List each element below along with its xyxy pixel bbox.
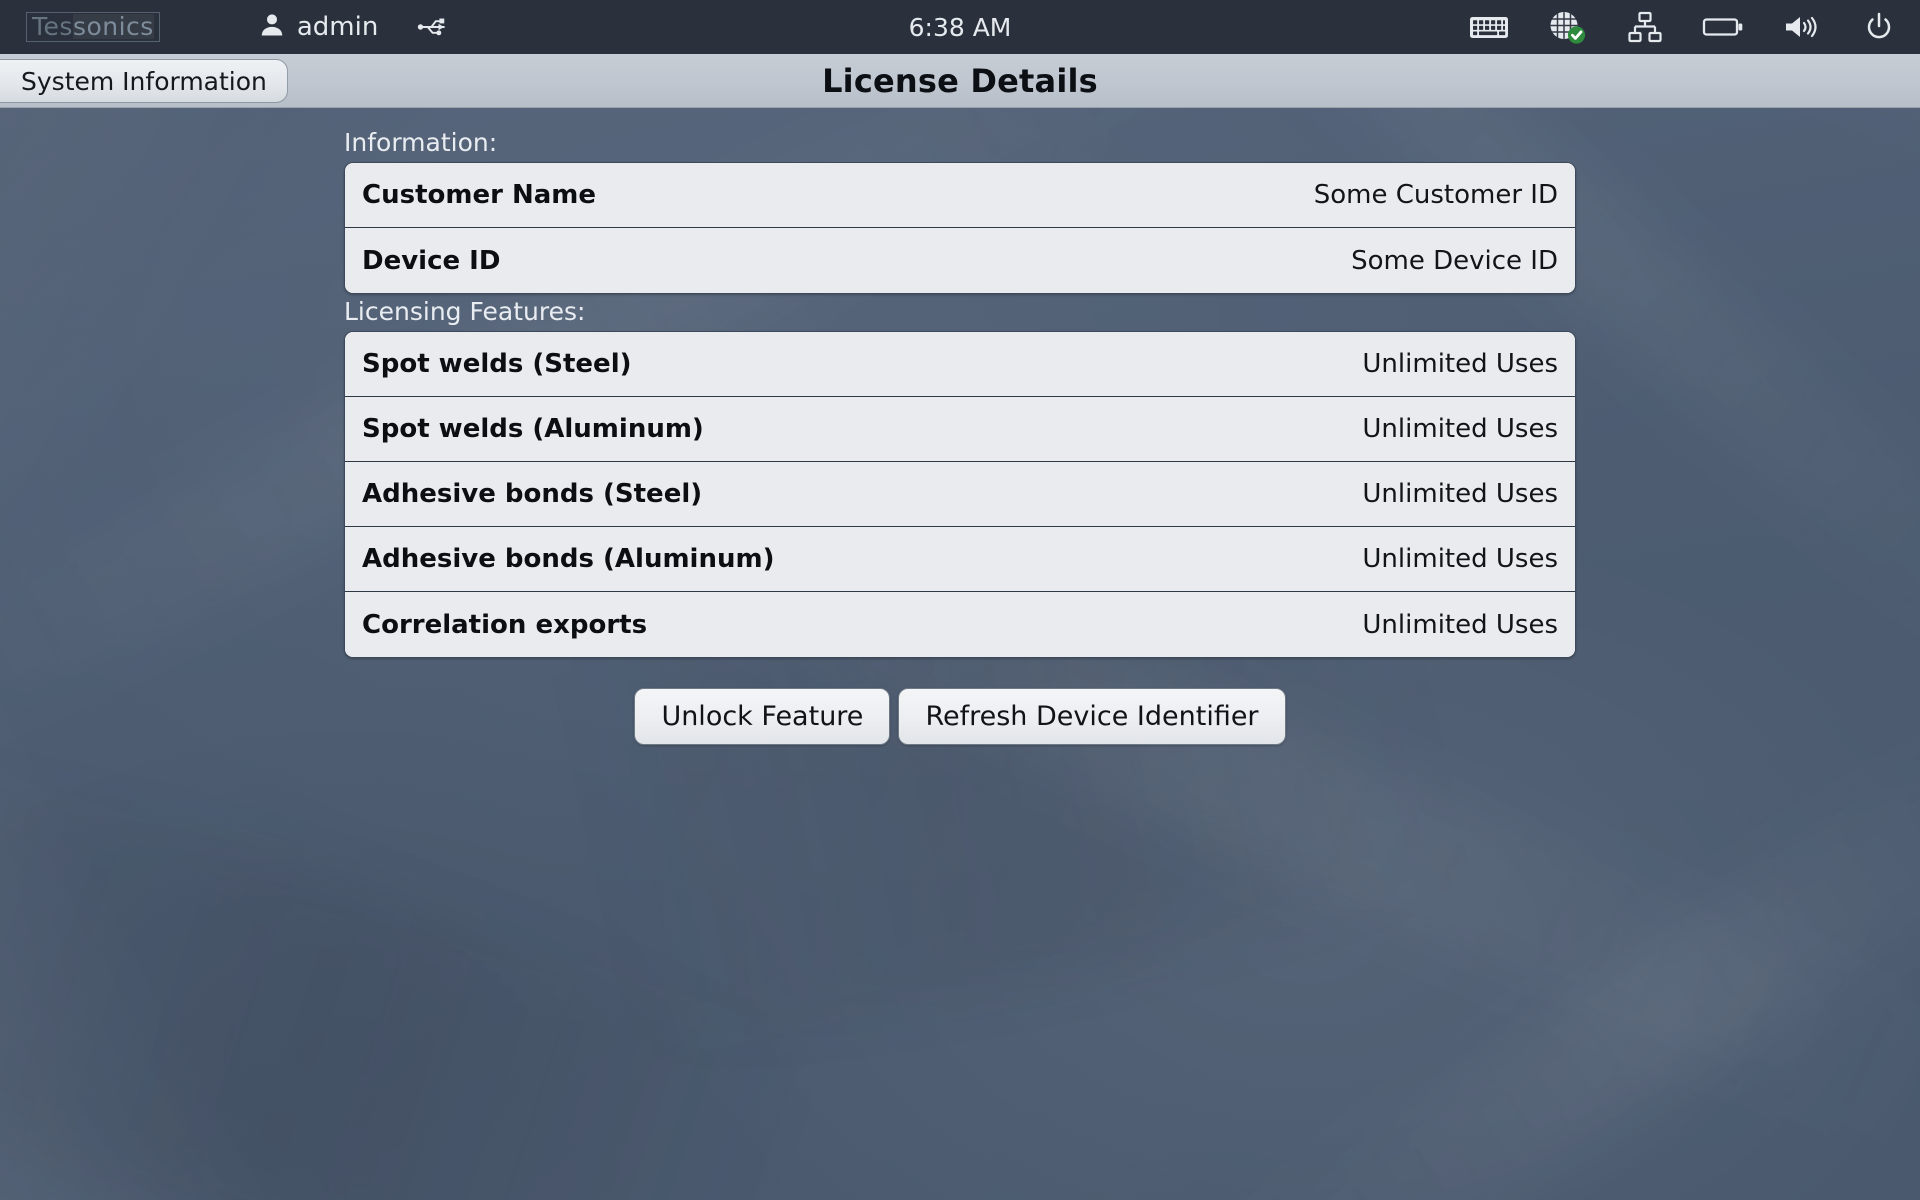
table-row: Adhesive bonds (Aluminum) Unlimited Uses [345, 527, 1575, 592]
system-tray [1466, 7, 1902, 47]
logo-text-second: sonics [73, 14, 154, 39]
unlock-feature-button[interactable]: Unlock Feature [634, 688, 890, 745]
row-value: Unlimited Uses [1362, 414, 1558, 444]
table-row: Correlation exports Unlimited Uses [345, 592, 1575, 657]
licensing-features-card: Spot welds (Steel) Unlimited Uses Spot w… [344, 331, 1576, 658]
row-value: Unlimited Uses [1362, 479, 1558, 509]
row-label: Spot welds (Aluminum) [362, 414, 704, 444]
page-content: Information: Customer Name Some Customer… [0, 108, 1920, 1200]
row-value: Some Device ID [1351, 246, 1558, 276]
table-row: Customer Name Some Customer ID [345, 163, 1575, 228]
power-icon[interactable] [1856, 7, 1902, 47]
volume-icon[interactable] [1778, 7, 1824, 47]
keyboard-icon[interactable] [1466, 7, 1512, 47]
system-topbar: Tessonics admin 6:38 AM [0, 0, 1920, 54]
table-row: Device ID Some Device ID [345, 228, 1575, 293]
refresh-device-identifier-button[interactable]: Refresh Device Identifier [898, 688, 1285, 745]
row-label: Correlation exports [362, 610, 647, 640]
user-menu[interactable]: admin [258, 11, 378, 43]
row-label: Spot welds (Steel) [362, 349, 631, 379]
action-button-row: Unlock Feature Refresh Device Identifier [0, 688, 1920, 745]
tessonics-logo: Tessonics [26, 12, 160, 42]
page-title: License Details [0, 54, 1920, 108]
desktop-root: Tessonics admin 6:38 AM [0, 0, 1920, 1200]
row-value: Unlimited Uses [1362, 544, 1558, 574]
row-label: Adhesive bonds (Steel) [362, 479, 702, 509]
user-avatar-icon [258, 11, 286, 43]
information-section: Information: Customer Name Some Customer… [344, 108, 1576, 294]
back-to-system-information-button[interactable]: System Information [0, 59, 288, 103]
row-label: Customer Name [362, 180, 596, 210]
user-name-label: admin [297, 12, 378, 42]
row-value: Some Customer ID [1314, 180, 1558, 210]
row-label: Adhesive bonds (Aluminum) [362, 544, 774, 574]
network-globe-connected-icon[interactable] [1544, 7, 1590, 47]
row-value: Unlimited Uses [1362, 610, 1558, 640]
wired-network-icon[interactable] [1622, 7, 1668, 47]
licensing-features-section: Licensing Features: Spot welds (Steel) U… [344, 294, 1576, 658]
row-label: Device ID [362, 246, 500, 276]
table-row: Spot welds (Steel) Unlimited Uses [345, 332, 1575, 397]
usb-icon[interactable] [416, 14, 452, 40]
licensing-section-label: Licensing Features: [344, 297, 1576, 326]
table-row: Adhesive bonds (Steel) Unlimited Uses [345, 462, 1575, 527]
table-row: Spot welds (Aluminum) Unlimited Uses [345, 397, 1575, 462]
information-section-label: Information: [344, 128, 1576, 157]
page-titlebar: License Details System Information [0, 54, 1920, 108]
row-value: Unlimited Uses [1362, 349, 1558, 379]
logo-text-first: Tes [32, 14, 73, 39]
information-card: Customer Name Some Customer ID Device ID… [344, 162, 1576, 294]
battery-icon[interactable] [1700, 7, 1746, 47]
